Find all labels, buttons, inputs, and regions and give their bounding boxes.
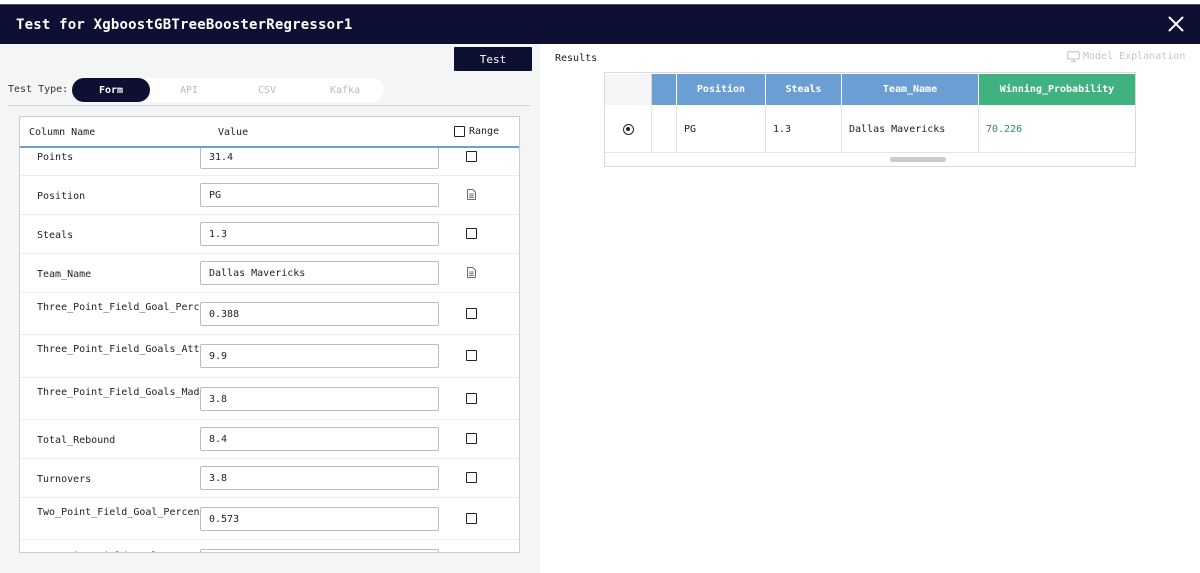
field-name: Team_Name: [37, 269, 92, 280]
range-checkbox[interactable]: [466, 513, 477, 524]
model-explanation-label: Model Explanation: [1083, 51, 1186, 62]
field-value-input[interactable]: 3.8: [200, 387, 439, 411]
test-type-form-tab[interactable]: Form: [72, 78, 150, 102]
field-value-input[interactable]: 0.388: [200, 302, 439, 326]
form-row: Position PG: [20, 176, 519, 215]
field-name: Three_Point_Field_Goals_Attempted: [37, 344, 236, 355]
range-all-checkbox[interactable]: [454, 126, 465, 137]
divider: [8, 105, 531, 106]
field-value-input[interactable]: Dallas Mavericks: [200, 261, 439, 285]
field-value-input[interactable]: 0.573: [200, 507, 439, 531]
field-value-input[interactable]: [200, 549, 439, 552]
dialog-title: Test for XgboostGBTreeBoosterRegressor1: [16, 16, 353, 33]
form-row: Team_Name Dallas Mavericks: [20, 254, 519, 293]
range-checkbox[interactable]: [466, 472, 477, 483]
horizontal-scrollbar[interactable]: [890, 157, 946, 162]
test-button[interactable]: Test: [454, 47, 532, 71]
team-name-column-header[interactable]: Team_Name: [842, 74, 979, 105]
form-row: Three_Point_Field_Goal_Percentage 0.388: [20, 293, 519, 335]
document-icon: [467, 189, 476, 200]
form-row: Total_Rebound 8.4: [20, 420, 519, 459]
field-name: Three_Point_Field_Goals_Made: [37, 387, 206, 398]
winning-probability-cell: 70.226: [986, 123, 1023, 135]
field-name: Total_Rebound: [37, 435, 116, 446]
results-table: Position Steals Team_Name Winning_Probab…: [604, 72, 1136, 167]
field-value-input[interactable]: 9.9: [200, 344, 439, 368]
field-name: Position: [37, 191, 86, 202]
test-type-api-tab[interactable]: API: [150, 78, 228, 102]
steals-column-header[interactable]: Steals: [766, 74, 842, 105]
table-divider: [605, 152, 1135, 153]
right-panel: Results Model Explanation Position Steal…: [540, 44, 1200, 573]
range-checkbox[interactable]: [466, 151, 477, 162]
range-checkbox[interactable]: [466, 393, 477, 404]
range-checkbox[interactable]: [466, 308, 477, 319]
form-header: Column Name Value Range: [20, 117, 519, 148]
field-name: Three_Point_Field_Goal_Percentage: [37, 302, 236, 313]
left-panel: Test Test Type: Form API CSV Kafka Point…: [0, 44, 540, 573]
field-name: Two_Point_Field_Goal_Percentage: [37, 507, 224, 518]
range-header-label: Range: [469, 126, 500, 137]
test-type-selector: Form API CSV Kafka: [72, 78, 384, 102]
column-name-header: Column Name: [29, 127, 96, 138]
steals-cell: 1.3: [766, 106, 842, 152]
form-row: Two_Point_Field_Goals_Att: [20, 540, 519, 552]
value-header: Value: [218, 127, 249, 138]
field-name: Turnovers: [37, 474, 92, 485]
document-icon: [467, 267, 476, 278]
position-cell: PG: [677, 106, 766, 152]
model-explanation-button[interactable]: Model Explanation: [1067, 51, 1185, 62]
test-form: Points 31.4 Position PG Steals 1.3 Team_Name Da…: [19, 116, 520, 553]
test-type-kafka-tab[interactable]: Kafka: [306, 78, 384, 102]
dialog-title-bar: Test for XgboostGBTreeBoosterRegressor1: [0, 4, 1200, 44]
test-type-label: Test Type:: [8, 84, 69, 95]
hidden-cell: [652, 106, 677, 152]
test-type-csv-tab[interactable]: CSV: [228, 78, 306, 102]
hidden-column-header: [652, 74, 677, 105]
field-value-input[interactable]: 8.4: [200, 427, 439, 451]
row-select-cell[interactable]: [605, 106, 652, 152]
field-name: Points: [37, 152, 74, 163]
select-column-header: [605, 74, 652, 105]
field-value-input[interactable]: 31.4: [200, 145, 439, 169]
results-label: Results: [555, 53, 598, 64]
monitor-icon: [1067, 51, 1080, 62]
field-value-input[interactable]: PG: [200, 183, 439, 207]
range-header: Range: [454, 126, 499, 137]
range-checkbox[interactable]: [466, 433, 477, 444]
range-checkbox[interactable]: [466, 228, 477, 239]
form-row: Three_Point_Field_Goals_Made 3.8: [20, 378, 519, 420]
field-value-input[interactable]: 1.3: [200, 222, 439, 246]
form-row: Two_Point_Field_Goal_Percentage 0.573: [20, 498, 519, 540]
row-radio-button[interactable]: [622, 123, 634, 135]
field-value-input[interactable]: 3.8: [200, 466, 439, 490]
form-row: Three_Point_Field_Goals_Attempted 9.9: [20, 335, 519, 378]
form-row: Steals 1.3: [20, 215, 519, 254]
range-checkbox[interactable]: [466, 350, 477, 361]
winning-probability-column-header[interactable]: Winning_Probability: [979, 74, 1135, 105]
close-icon[interactable]: [1166, 14, 1186, 34]
field-name: Two_Point_Field_Goals_Att: [37, 550, 192, 552]
form-row: Turnovers 3.8: [20, 459, 519, 498]
position-column-header[interactable]: Position: [677, 74, 766, 105]
team-name-cell: Dallas Mavericks: [842, 106, 979, 152]
field-name: Steals: [37, 230, 74, 241]
